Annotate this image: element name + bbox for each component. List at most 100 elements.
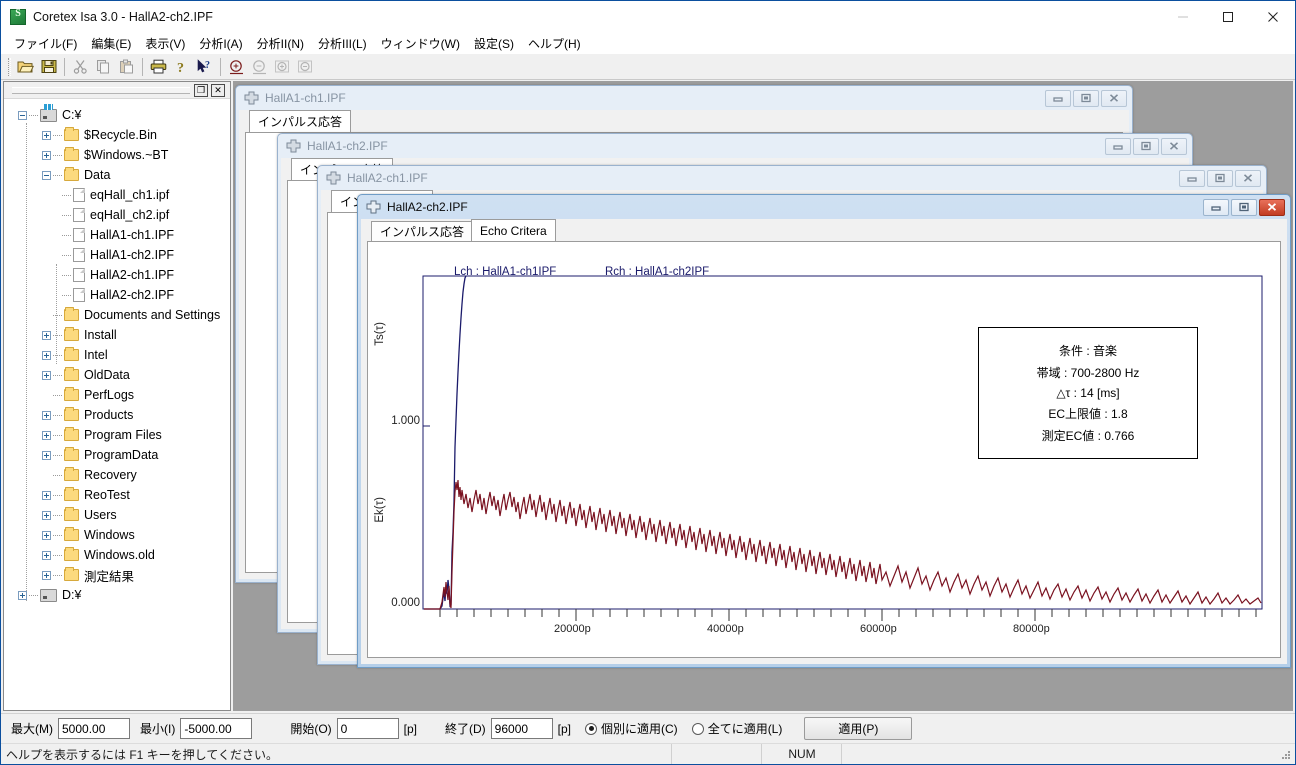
tree-item-halla2-ch2[interactable]: HallA2-ch2.IPF — [4, 285, 230, 305]
tree-item-windows-old[interactable]: Windows.old — [4, 545, 230, 565]
min-label: 最小(I) — [140, 722, 176, 736]
expander-icon[interactable] — [42, 330, 51, 340]
expander-icon[interactable] — [42, 450, 51, 460]
tree-panel-restore-button[interactable]: ❐ — [194, 83, 208, 97]
tree-item-recovery[interactable]: Recovery — [4, 465, 230, 485]
minimize-icon[interactable] — [1160, 1, 1205, 32]
tree-item-halla1-ch2[interactable]: HallA1-ch2.IPF — [4, 245, 230, 265]
tree-item-reotest[interactable]: ReoTest — [4, 485, 230, 505]
expander-icon[interactable] — [18, 110, 27, 120]
tab-echo-critera[interactable]: Echo Critera — [471, 219, 556, 241]
expander-icon[interactable] — [42, 170, 51, 180]
expander-icon[interactable] — [18, 590, 27, 600]
tree-item-documents-and-settings[interactable]: Documents and Settings — [4, 305, 230, 325]
expander-icon[interactable] — [42, 350, 51, 360]
tab-impulse-response[interactable]: インパルス応答 — [249, 110, 352, 132]
tree-item-eqhall-ch2[interactable]: eqHall_ch2.ipf — [4, 205, 230, 225]
expander-icon[interactable] — [42, 490, 51, 500]
radio-off-icon[interactable] — [691, 722, 704, 735]
start-input[interactable] — [336, 718, 399, 739]
tree-item-windows[interactable]: Windows — [4, 525, 230, 545]
toolbar-grip[interactable] — [8, 57, 11, 76]
tree-item-windows-bt[interactable]: $Windows.~BT — [4, 145, 230, 165]
maximize-icon[interactable] — [1073, 89, 1099, 107]
menu-view[interactable]: 表示(V) — [138, 33, 192, 54]
close-icon[interactable] — [1161, 137, 1187, 155]
maximize-icon[interactable] — [1207, 169, 1233, 187]
expander-icon[interactable] — [42, 570, 51, 580]
close-icon[interactable] — [1250, 1, 1295, 32]
expander-icon[interactable] — [42, 410, 51, 420]
expander-icon[interactable] — [42, 550, 51, 560]
tree-item-eqhall-ch1[interactable]: eqHall_ch1.ipf — [4, 185, 230, 205]
zoom-out-icon — [294, 56, 317, 78]
mdi-window-halla2-ch2[interactable]: HallA2-ch2.IPF インパルス応答 Echo Critera Lch … — [357, 194, 1291, 668]
tree-item-users[interactable]: Users — [4, 505, 230, 525]
menu-analysis3[interactable]: 分析III(L) — [311, 33, 374, 54]
menu-analysis2[interactable]: 分析II(N) — [250, 33, 311, 54]
tree-connector — [53, 354, 62, 356]
tree-item-c-drive[interactable]: C:¥ — [4, 103, 230, 125]
tree-connector — [53, 174, 62, 176]
close-icon[interactable] — [1259, 198, 1285, 216]
expander-icon[interactable] — [42, 150, 51, 160]
tree-item-label: Users — [84, 508, 117, 522]
tree-item-halla2-ch1[interactable]: HallA2-ch1.IPF — [4, 265, 230, 285]
tab-impulse-response[interactable]: インパルス応答 — [371, 221, 474, 241]
tree-item-programdata[interactable]: ProgramData — [4, 445, 230, 465]
resize-grip[interactable] — [1277, 746, 1293, 762]
radio-apply-individual[interactable]: 個別に適用(C) — [585, 720, 678, 737]
minimize-icon[interactable] — [1045, 89, 1071, 107]
maximize-icon[interactable] — [1133, 137, 1159, 155]
end-input[interactable] — [490, 718, 553, 739]
mdi-title-bar[interactable]: HallA1-ch2.IPF — [278, 134, 1192, 158]
print-icon[interactable] — [147, 56, 170, 78]
tree-item-program-files[interactable]: Program Files — [4, 425, 230, 445]
tree-item-label: Recovery — [84, 468, 137, 482]
radio-apply-all[interactable]: 全てに適用(L) — [691, 720, 782, 737]
expander-icon[interactable] — [42, 530, 51, 540]
tree-item-measurement-results[interactable]: 測定結果 — [4, 565, 230, 585]
mdi-title-bar[interactable]: HallA2-ch1.IPF — [318, 166, 1266, 190]
menu-analysis1[interactable]: 分析I(A) — [192, 33, 249, 54]
menu-settings[interactable]: 設定(S) — [467, 33, 521, 54]
tree-item-products[interactable]: Products — [4, 405, 230, 425]
tree-panel-close-button[interactable]: ✕ — [211, 83, 225, 97]
close-icon[interactable] — [1235, 169, 1261, 187]
expander-icon[interactable] — [42, 130, 51, 140]
menu-help[interactable]: ヘルプ(H) — [521, 33, 588, 54]
minimize-icon[interactable] — [1203, 198, 1229, 216]
tree-item-halla1-ch1[interactable]: HallA1-ch1.IPF — [4, 225, 230, 245]
apply-button[interactable]: 適用(P) — [804, 717, 913, 740]
minimize-icon[interactable] — [1179, 169, 1205, 187]
tree-item-install[interactable]: Install — [4, 325, 230, 345]
expander-icon[interactable] — [42, 370, 51, 380]
maximize-icon[interactable] — [1205, 1, 1250, 32]
tree-item-intel[interactable]: Intel — [4, 345, 230, 365]
max-input[interactable] — [58, 718, 130, 739]
close-icon[interactable] — [1101, 89, 1127, 107]
tree-item-olddata[interactable]: OldData — [4, 365, 230, 385]
maximize-icon[interactable] — [1231, 198, 1257, 216]
radio-on-icon[interactable] — [585, 722, 598, 735]
tree-item-d-drive[interactable]: D:¥ — [4, 585, 230, 605]
tree-panel-drag-handle[interactable] — [12, 86, 190, 94]
expander-icon[interactable] — [42, 430, 51, 440]
minimize-icon[interactable] — [1105, 137, 1131, 155]
file-tree[interactable]: C:¥ $Recycle.Bin $Windows.~BT Data eqHal… — [4, 99, 230, 710]
menu-file[interactable]: ファイル(F) — [7, 33, 84, 54]
mdi-title-bar[interactable]: HallA2-ch2.IPF — [358, 195, 1290, 219]
save-icon[interactable] — [37, 56, 60, 78]
help-cursor-icon[interactable]: ? — [193, 56, 216, 78]
open-icon[interactable] — [14, 56, 37, 78]
menu-window[interactable]: ウィンドウ(W) — [374, 33, 467, 54]
about-icon[interactable]: ? — [170, 56, 193, 78]
tree-item-recycle-bin[interactable]: $Recycle.Bin — [4, 125, 230, 145]
expander-icon[interactable] — [42, 510, 51, 520]
mdi-title-bar[interactable]: HallA1-ch1.IPF — [236, 86, 1132, 110]
menu-edit[interactable]: 編集(E) — [84, 33, 138, 54]
zoom-region-icon[interactable] — [225, 56, 248, 78]
min-input[interactable] — [180, 718, 253, 739]
tree-item-data[interactable]: Data — [4, 165, 230, 185]
tree-item-perflogs[interactable]: PerfLogs — [4, 385, 230, 405]
